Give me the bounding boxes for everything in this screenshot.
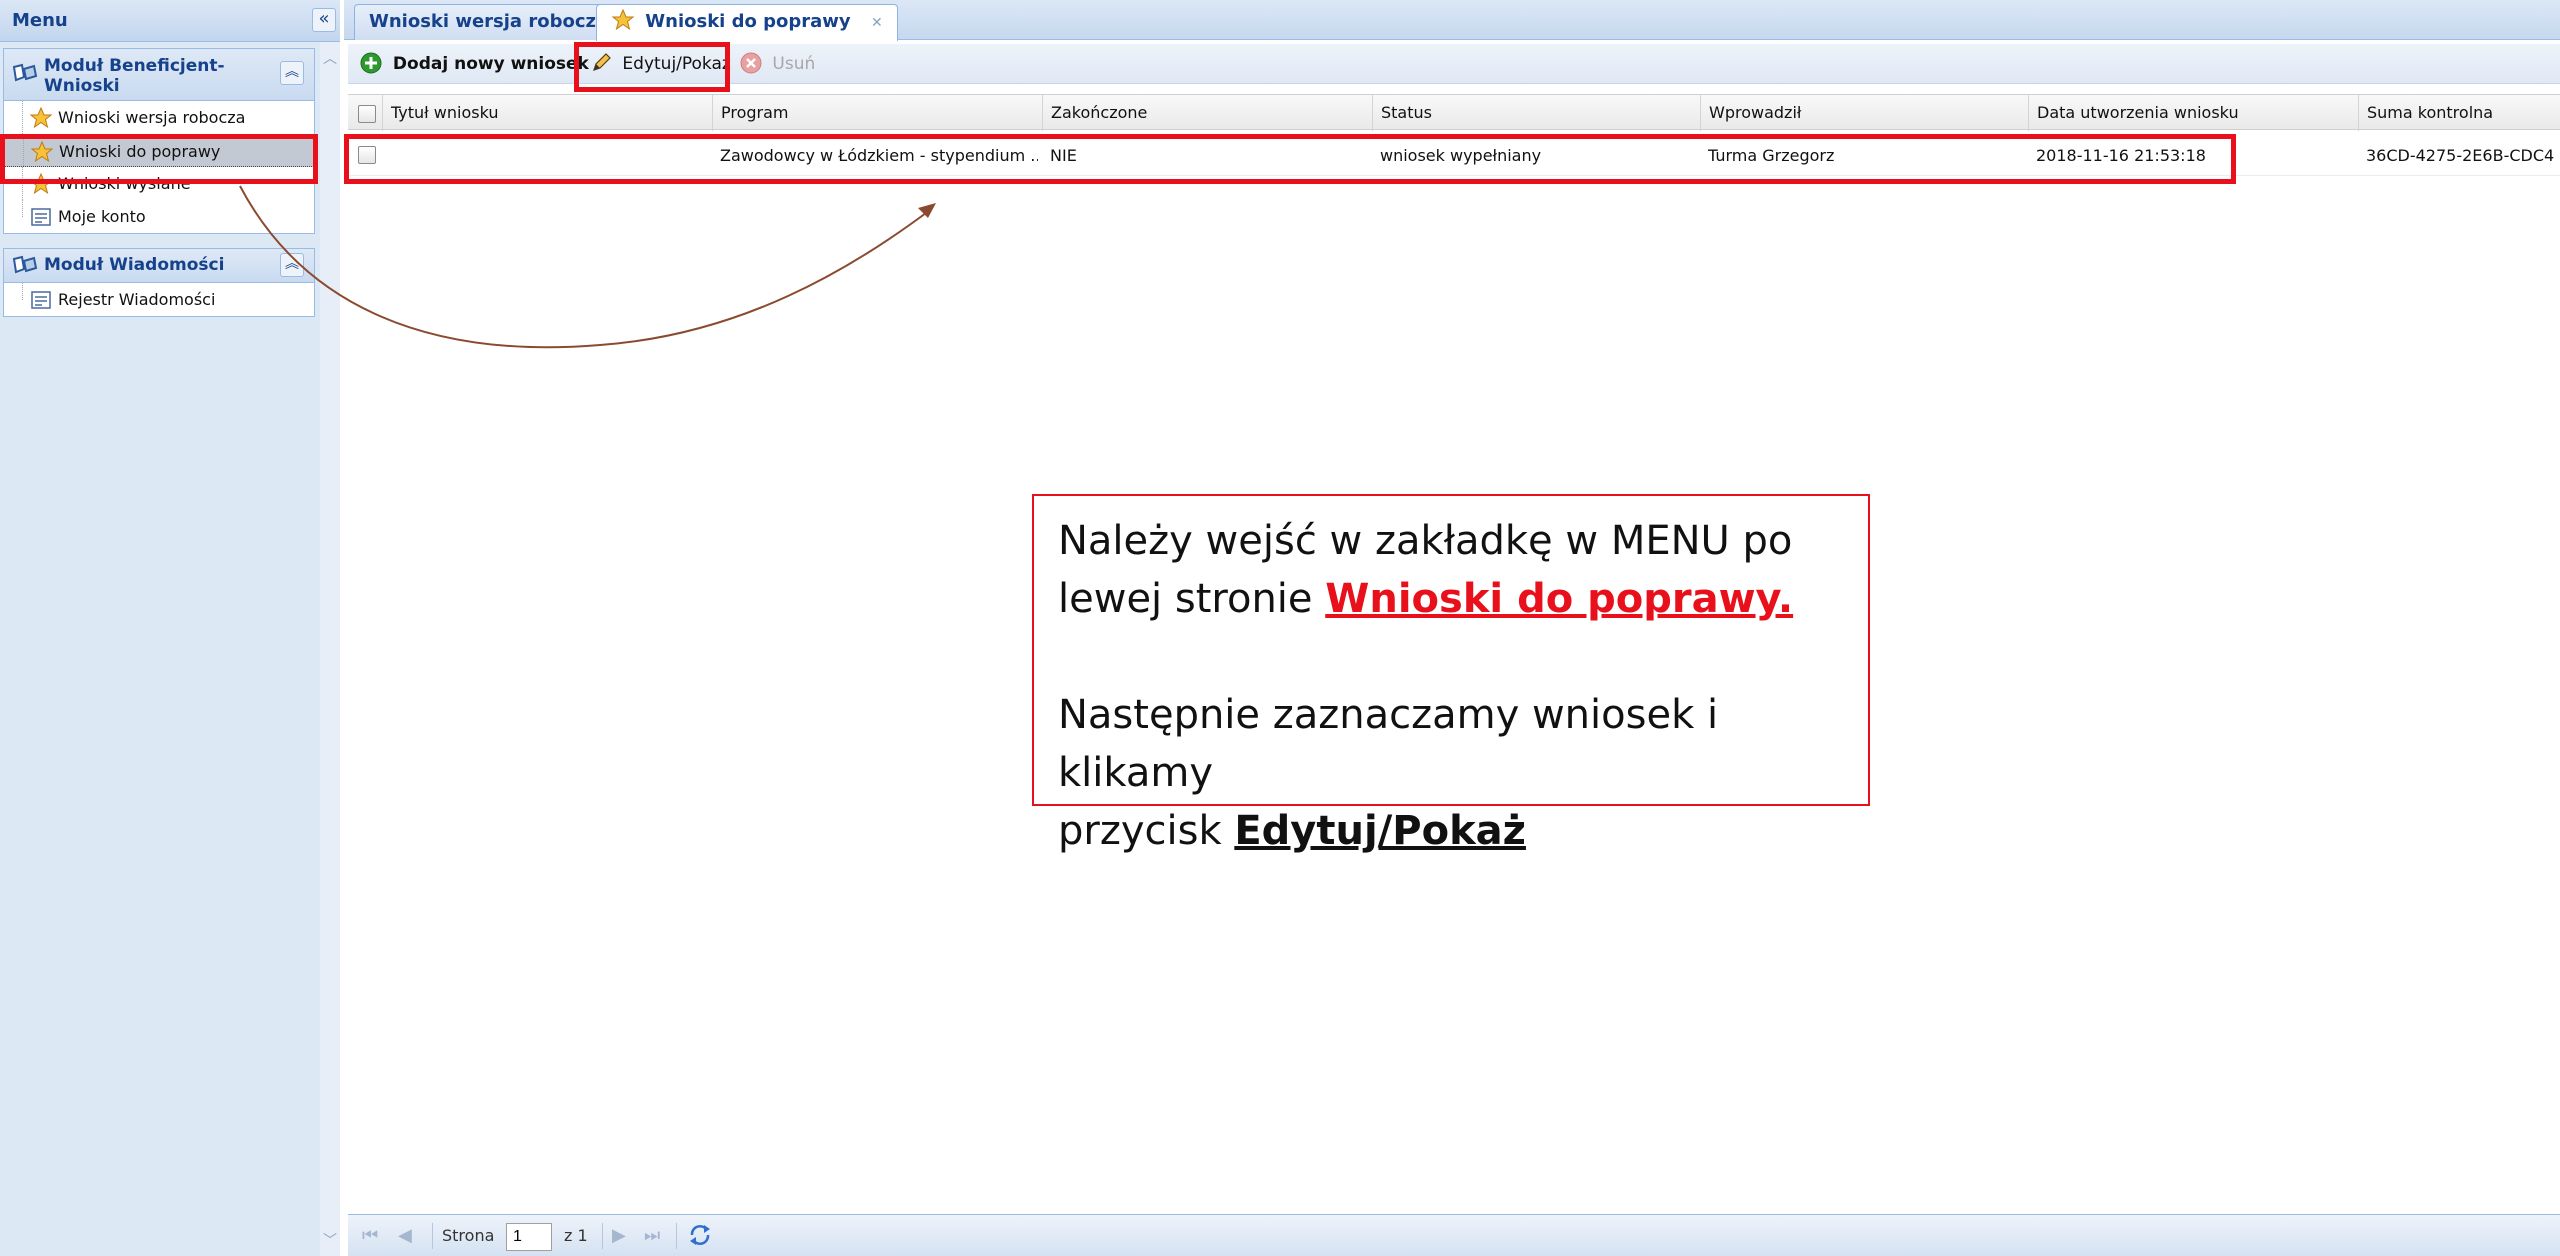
column-header[interactable]: Status <box>1372 95 1700 131</box>
column-header[interactable]: Tytuł wniosku <box>382 95 712 131</box>
tab-bar: Wnioski wersja robocza Wnioski do popraw… <box>344 0 2560 41</box>
next-page-icon[interactable]: ▶ <box>612 1223 626 1249</box>
pager-separator <box>432 1223 433 1249</box>
refresh-icon[interactable] <box>688 1223 712 1247</box>
tab-label: Wnioski do poprawy <box>645 11 851 32</box>
star-icon <box>611 9 635 31</box>
delete-icon <box>740 52 762 74</box>
callout-line: Następnie zaznaczamy wniosek i klikamy <box>1058 692 1719 796</box>
page-count-label: z 1 <box>564 1226 588 1245</box>
tree-line <box>22 101 23 134</box>
add-new-application-button[interactable]: Dodaj nowy wniosek <box>360 48 589 80</box>
column-header[interactable]: Zakończone <box>1042 95 1372 131</box>
module-title: Moduł Beneficjent-Wnioski <box>44 56 225 96</box>
callout-red-link: Wnioski do poprawy. <box>1325 576 1794 622</box>
column-header[interactable]: Program <box>712 95 1042 131</box>
cell-checksum: 36CD-4275-2E6B-CDC4 <box>2366 146 2555 165</box>
instruction-callout: Należy wejść w zakładkę w MENU po lewej … <box>1032 494 1870 854</box>
select-all-checkbox[interactable] <box>358 105 376 123</box>
plus-circle-icon <box>360 52 382 74</box>
sidebar-item-moje-konto[interactable]: Moje konto <box>4 200 314 233</box>
sidebar: Menu « ︿ ﹀ Moduł Beneficjent-Wnioski ︽ W… <box>0 0 340 1256</box>
sidebar-item-label: Moje konto <box>58 207 146 226</box>
callout-bold-button-name: Edytuj/Pokaż <box>1234 808 1526 854</box>
column-header[interactable]: Suma kontrolna <box>2358 95 2560 131</box>
tab-wnioski-wersja-robocza[interactable]: Wnioski wersja robocza <box>354 4 624 40</box>
pager-separator <box>676 1223 677 1249</box>
sidebar-item-label: Wnioski wersja robocza <box>58 108 246 127</box>
tree-line <box>22 200 23 217</box>
module-wiadomosci-panel: Moduł Wiadomości ︽ Rejestr Wiadomości <box>3 248 315 317</box>
pagination-bar: ⏮ ◀ Strona z 1 ▶ ⏭ <box>348 1214 2560 1256</box>
prev-page-icon[interactable]: ◀ <box>398 1223 412 1249</box>
module-icon <box>12 63 38 82</box>
grid-header: Tytuł wniosku Program Zakończone Status … <box>348 94 2560 131</box>
sidebar-scrollbar[interactable]: ︿ ﹀ <box>320 42 340 1256</box>
module-beneficjent-header[interactable]: Moduł Beneficjent-Wnioski ︽ <box>4 49 314 101</box>
form-icon <box>31 291 51 309</box>
column-header[interactable]: Wprowadził <box>1700 95 2028 131</box>
module-wiadomosci-header[interactable]: Moduł Wiadomości ︽ <box>4 249 314 283</box>
sidebar-item-wnioski-wersja-robocza[interactable]: Wnioski wersja robocza <box>4 101 314 134</box>
menu-title: Menu <box>12 10 68 31</box>
app-window: Menu « ︿ ﹀ Moduł Beneficjent-Wnioski ︽ W… <box>0 0 2560 1256</box>
module-icon <box>12 255 38 274</box>
delete-button[interactable]: Usuń <box>740 48 815 80</box>
tab-wnioski-do-poprawy[interactable]: Wnioski do poprawy ✕ <box>596 4 898 41</box>
tree-line <box>22 283 23 300</box>
add-button-label: Dodaj nowy wniosek <box>392 54 589 74</box>
sidebar-item-rejestr-wiadomosci[interactable]: Rejestr Wiadomości <box>4 283 314 316</box>
highlight-table-row <box>344 134 2236 184</box>
collapse-sidebar-button[interactable]: « <box>312 8 336 32</box>
callout-spacer <box>1058 628 1844 686</box>
scroll-up-icon[interactable]: ︿ <box>323 48 337 68</box>
last-page-icon[interactable]: ⏭ <box>644 1223 660 1249</box>
star-icon <box>30 107 52 129</box>
highlight-sidebar-item <box>0 134 318 184</box>
callout-line: przycisk Edytuj/Pokaż <box>1058 802 1844 860</box>
menu-header: Menu « <box>0 0 340 42</box>
panel-collapse-icon[interactable]: ︽ <box>280 253 304 277</box>
callout-text: przycisk <box>1058 808 1235 854</box>
callout-line: lewej stronie Wnioski do poprawy. <box>1058 570 1844 628</box>
close-tab-icon[interactable]: ✕ <box>871 6 883 40</box>
column-header[interactable]: Data utworzenia wniosku <box>2028 95 2358 131</box>
select-all-cell[interactable] <box>348 95 382 131</box>
highlight-edit-button <box>574 42 730 92</box>
delete-button-label: Usuń <box>772 54 816 74</box>
sidebar-item-label: Rejestr Wiadomości <box>58 290 216 309</box>
page-label: Strona <box>442 1226 495 1245</box>
panel-collapse-icon[interactable]: ︽ <box>280 61 304 85</box>
module-title: Moduł Wiadomości <box>44 255 225 275</box>
tab-label: Wnioski wersja robocza <box>369 11 609 32</box>
callout-text: lewej stronie <box>1058 576 1326 622</box>
form-icon <box>31 208 51 226</box>
page-number-input[interactable] <box>506 1223 552 1251</box>
callout-line: Należy wejść w zakładkę w MENU po <box>1058 518 1793 564</box>
pager-separator <box>602 1223 603 1249</box>
first-page-icon[interactable]: ⏮ <box>362 1223 378 1249</box>
scroll-down-icon[interactable]: ﹀ <box>323 1230 337 1250</box>
